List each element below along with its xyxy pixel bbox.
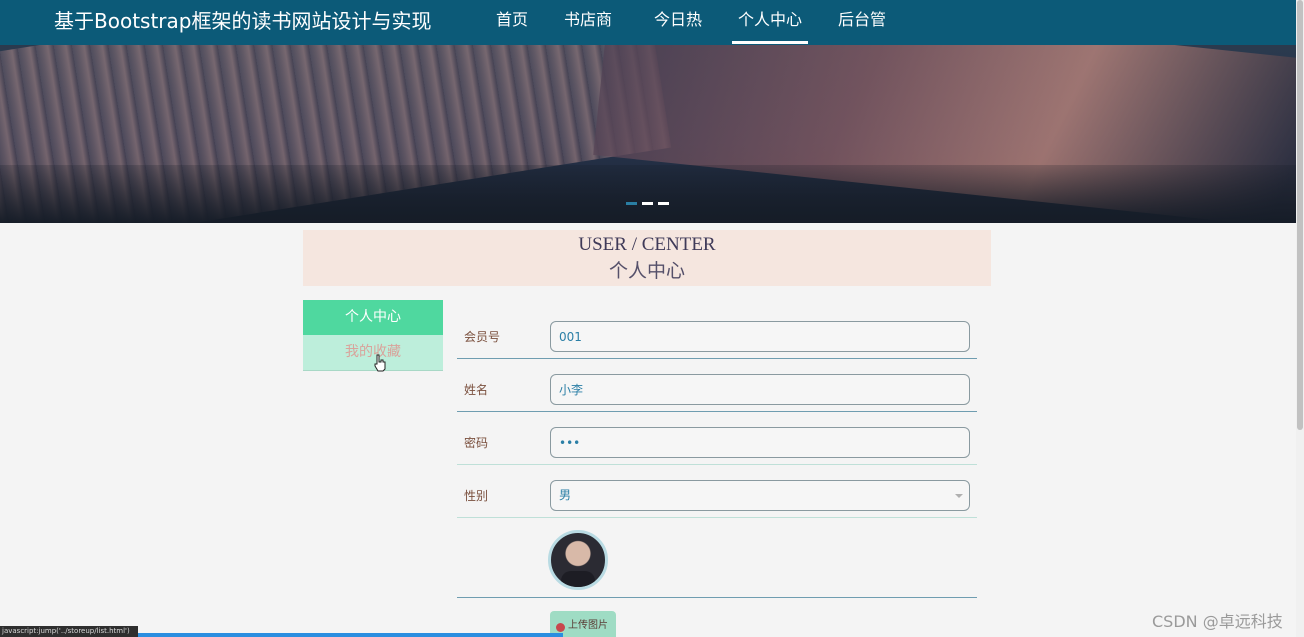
nav-user-center[interactable]: 个人中心 [732,0,808,45]
chevron-down-icon [955,494,963,498]
page-scrollbar[interactable] [1296,0,1304,637]
form-row-name: 姓名 [457,359,977,412]
nav-home[interactable]: 首页 [496,0,528,45]
section-title-en: USER / CENTER [578,234,716,255]
nav-bookstore[interactable]: 书店商城 [557,0,619,69]
nav-today-hot[interactable]: 今日热推 [647,0,709,69]
status-bar-url: javascript:jump('../storeup/list.html') [0,626,138,637]
hand-cursor-icon [374,354,386,372]
watermark: CSDN @卓远科技 [1152,612,1283,631]
top-navbar: 基于Bootstrap框架的读书网站设计与实现 首页 书店商城 今日热推 个人中… [0,0,1296,69]
upload-icon [556,623,565,632]
nav-admin[interactable]: 后台管理 [831,0,893,69]
avatar [548,530,608,590]
form-row-gender: 性别 男 [457,465,977,518]
form-row-member-no: 会员号 [457,306,977,359]
gender-select[interactable]: 男 [550,480,970,511]
password-input[interactable] [550,427,970,458]
gender-selected-value: 男 [559,488,572,502]
name-input[interactable] [550,374,970,405]
sidebar-item-favorites[interactable]: 我的收藏 [303,335,443,371]
page-load-progress [138,633,563,637]
section-title: USER / CENTER 个人中心 [303,230,991,286]
sidebar-item-user-center[interactable]: 个人中心 [303,300,443,335]
banner-image-base [0,165,1296,223]
carousel-indicator-1[interactable] [626,202,637,205]
carousel-indicator-3[interactable] [658,202,669,205]
form-row-password: 密码 [457,412,977,465]
scrollbar-thumb[interactable] [1297,0,1303,430]
form-row-avatar [457,518,977,598]
section-title-cn: 个人中心 [608,260,685,282]
site-brand[interactable]: 基于Bootstrap框架的读书网站设计与实现 [54,7,431,35]
carousel-indicator-2[interactable] [642,202,653,205]
member-no-input[interactable] [550,321,970,352]
banner-carousel [0,45,1296,223]
upload-image-label: 上传图片 [568,620,608,631]
